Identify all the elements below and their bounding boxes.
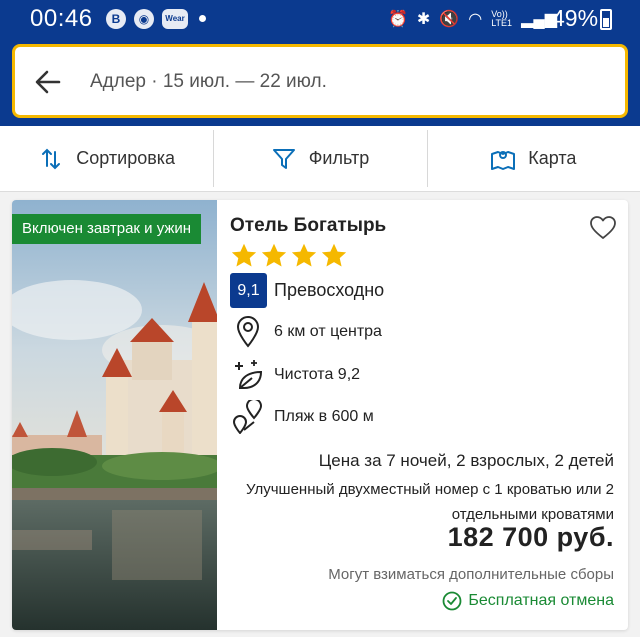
system-icons: ⏰ ✱ 🔇 ◠ Vo)) LTE1 ▂▄▆ [388, 7, 557, 31]
meal-badge: Включен завтрак и ужин [12, 214, 202, 244]
sort-label: Сортировка [76, 148, 176, 168]
star-icon [261, 243, 287, 267]
status-time: 00:46 [30, 5, 93, 32]
sort-button[interactable]: Сортировка [0, 126, 213, 191]
beach-text: Пляж в 600 м [274, 408, 374, 425]
battery-percent: 49% [552, 5, 599, 31]
review-score: 9,1 [230, 273, 267, 308]
filter-button[interactable]: Фильтр [213, 126, 426, 191]
cleanliness-text: Чистота 9,2 [274, 366, 361, 383]
star-icon [291, 243, 317, 267]
map-icon [491, 150, 516, 170]
wifi-icon: ◠ [468, 11, 483, 28]
search-bar[interactable]: Адлер · 15 июл. — 22 июл. [12, 44, 628, 118]
free-cancellation-text: Бесплатная отмена [468, 592, 614, 609]
shield-icon: ◉ [134, 9, 154, 29]
search-query[interactable]: Адлер · 15 июл. — 22 июл. [90, 71, 327, 93]
total-price: 182 700 руб. [447, 522, 614, 552]
extra-fees-note: Могут взиматься дополнительные сборы [328, 566, 614, 583]
back-arrow-icon[interactable] [33, 67, 63, 97]
hotel-photo[interactable]: Включен завтрак и ужин [12, 200, 217, 630]
hotel-info: Отель Богатырь 9,1 Превосходно 6 км от ц… [230, 200, 628, 630]
distance-row: 6 км от центра [230, 315, 530, 351]
review-score-label: Превосходно [274, 280, 385, 300]
sort-icon [42, 148, 61, 169]
star-icon [321, 243, 347, 267]
check-circle-icon [442, 591, 462, 611]
hotel-name[interactable]: Отель Богатырь [230, 215, 386, 237]
alarm-icon: ⏰ [388, 11, 408, 28]
filter-icon [272, 148, 295, 169]
app-header: 00:46 B ◉ Wear ⏰ ✱ 🔇 ◠ Vo)) LTE1 ▂▄▆ 49%… [0, 0, 640, 126]
volte-icon: Vo)) LTE1 [491, 9, 513, 28]
map-label: Карта [528, 148, 577, 168]
heart-icon[interactable] [590, 216, 616, 240]
b-icon: B [106, 9, 126, 29]
beach-row: Пляж в 600 м [230, 400, 530, 436]
location-pin-icon [236, 316, 260, 348]
star-rating [230, 242, 348, 270]
route-pin-icon [232, 400, 263, 434]
hotel-card[interactable]: Включен завтрак и ужин Отель Богатырь 9,… [12, 200, 628, 630]
star-icon [231, 243, 257, 267]
results-toolbar: Сортировка Фильтр Карта [0, 126, 640, 192]
castle-image [12, 200, 217, 630]
battery-icon [600, 9, 612, 30]
map-button[interactable]: Карта [426, 126, 640, 191]
free-cancellation: Бесплатная отмена [442, 591, 614, 611]
cleanliness-row: Чистота 9,2 [230, 358, 530, 394]
filter-label: Фильтр [308, 148, 370, 168]
price-conditions: Цена за 7 ночей, 2 взрослых, 2 детей [318, 451, 614, 470]
status-bar: 00:46 B ◉ Wear ⏰ ✱ 🔇 ◠ Vo)) LTE1 ▂▄▆ 49% [0, 0, 640, 38]
mute-icon: 🔇 [439, 11, 460, 28]
distance-text: 6 км от центра [274, 323, 382, 340]
wear-icon: Wear [162, 9, 188, 29]
room-type: Улучшенный двухместный номер с 1 кровать… [245, 481, 614, 523]
sparkle-leaf-icon [235, 360, 263, 389]
dot-icon [199, 15, 206, 22]
bluetooth-icon: ✱ [416, 11, 431, 28]
